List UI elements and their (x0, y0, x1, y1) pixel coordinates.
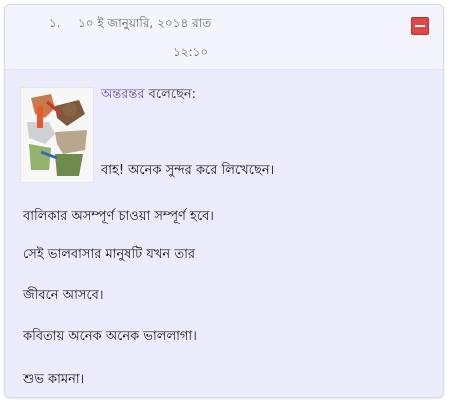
comment-line: বালিকার অসম্পূর্ণ চাওয়া সম্পূর্ণ হবে। (23, 209, 214, 224)
comment-card: ১. ১০ ই জানুয়ারি, ২০১৪ রাত ১২:১০ অন্তরন… (4, 4, 444, 398)
comment-line: বাহ! অনেক সুন্দর করে লিখেছেন। (101, 163, 275, 178)
comment-date: ১০ ই জানুয়ারি, ২০১৪ রাত (78, 16, 212, 30)
avatar (20, 87, 94, 183)
mail-icon[interactable] (411, 17, 429, 35)
avatar-image (21, 88, 93, 182)
comment-author-line: অন্তরন্তর বলেছেন: (101, 85, 196, 106)
comment-line: শুভ কামনা। (23, 372, 85, 387)
comment-line: কবিতায় অনেক অনেক ভাললাগা। (23, 329, 197, 344)
author-link[interactable]: অন্তরন্তর (101, 87, 144, 102)
comment-line: জীবনে আসবে। (23, 288, 104, 303)
comment-line: সেই ভালবাসার মানুষটি যখন তার (23, 247, 195, 262)
said-label: বলেছেন: (148, 87, 197, 102)
comment-time: ১২:১০ (173, 45, 209, 59)
comment-meta: ১. ১০ ই জানুয়ারি, ২০১৪ রাত ১২:১০ (5, 5, 443, 70)
comment-number: ১. (49, 16, 61, 30)
